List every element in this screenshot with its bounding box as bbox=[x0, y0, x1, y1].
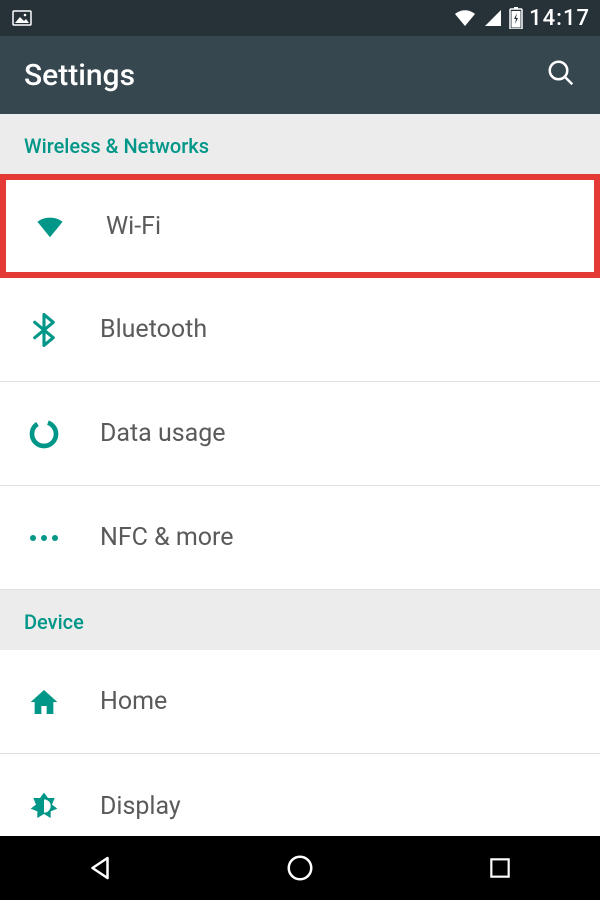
home-icon bbox=[24, 687, 64, 717]
toolbar: Settings bbox=[0, 36, 600, 114]
battery-charging-icon bbox=[509, 7, 523, 29]
home-button[interactable] bbox=[260, 836, 340, 900]
settings-item-label: Data usage bbox=[100, 419, 226, 448]
settings-item-label: NFC & more bbox=[100, 523, 234, 552]
settings-item-wifi[interactable]: Wi-Fi bbox=[0, 174, 600, 278]
recent-apps-button[interactable] bbox=[460, 836, 540, 900]
bluetooth-icon bbox=[24, 313, 64, 347]
data-usage-icon bbox=[24, 418, 64, 450]
settings-item-label: Home bbox=[100, 687, 167, 716]
status-bar: 14:17 bbox=[0, 0, 600, 36]
nav-bar bbox=[0, 836, 600, 900]
section-header-wireless: Wireless & Networks bbox=[0, 114, 600, 174]
settings-item-display[interactable]: Display bbox=[0, 754, 600, 836]
settings-item-label: Wi-Fi bbox=[106, 212, 161, 241]
settings-item-home[interactable]: Home bbox=[0, 650, 600, 754]
wifi-icon bbox=[30, 212, 70, 240]
page-title: Settings bbox=[24, 58, 135, 93]
wifi-status-icon bbox=[453, 8, 477, 28]
back-button[interactable] bbox=[60, 836, 140, 900]
settings-item-bluetooth[interactable]: Bluetooth bbox=[0, 278, 600, 382]
more-icon bbox=[24, 533, 64, 543]
display-icon bbox=[24, 790, 64, 822]
picture-icon bbox=[10, 6, 34, 30]
settings-item-label: Display bbox=[100, 792, 181, 821]
settings-item-nfc-more[interactable]: NFC & more bbox=[0, 486, 600, 590]
signal-icon bbox=[483, 8, 503, 28]
settings-item-data-usage[interactable]: Data usage bbox=[0, 382, 600, 486]
clock: 14:17 bbox=[529, 6, 590, 31]
settings-list: Wireless & Networks Wi-Fi Bluetooth bbox=[0, 114, 600, 836]
section-header-device: Device bbox=[0, 590, 600, 650]
search-button[interactable] bbox=[546, 58, 576, 92]
settings-item-label: Bluetooth bbox=[100, 315, 207, 344]
